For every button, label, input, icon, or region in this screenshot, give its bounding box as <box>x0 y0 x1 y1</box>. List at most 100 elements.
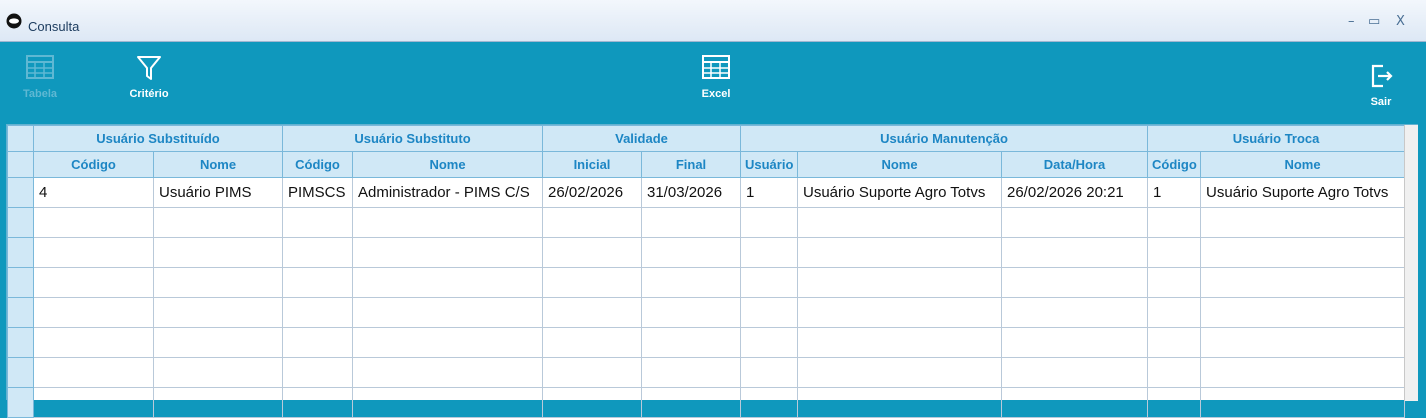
table-cell[interactable] <box>641 207 741 238</box>
sair-button[interactable]: Sair <box>1346 62 1416 108</box>
table-cell[interactable] <box>1000 267 1149 298</box>
table-cell[interactable] <box>1200 237 1406 268</box>
column-header[interactable]: Código <box>282 151 353 178</box>
table-cell[interactable] <box>33 237 154 268</box>
table-cell[interactable] <box>740 387 798 418</box>
table-cell[interactable] <box>1147 387 1202 418</box>
table-cell[interactable] <box>153 357 283 388</box>
table-cell[interactable] <box>1147 237 1202 268</box>
column-header[interactable]: Nome <box>1200 151 1406 178</box>
row-indicator[interactable] <box>7 177 34 208</box>
table-cell[interactable] <box>1000 357 1149 388</box>
table-cell[interactable] <box>797 207 1002 238</box>
table-cell[interactable] <box>1200 297 1406 328</box>
table-cell[interactable] <box>352 237 543 268</box>
table-cell[interactable] <box>740 327 798 358</box>
column-header[interactable]: Usuário <box>740 151 798 178</box>
table-cell[interactable] <box>1200 327 1406 358</box>
table-cell[interactable] <box>282 357 353 388</box>
column-header[interactable]: Data/Hora <box>1000 151 1149 178</box>
table-cell[interactable]: 4 <box>33 177 154 208</box>
table-cell[interactable] <box>740 237 798 268</box>
table-cell[interactable] <box>797 267 1002 298</box>
column-header[interactable]: Código <box>1147 151 1202 178</box>
table-cell[interactable]: 26/02/2026 20:21 <box>1000 177 1149 208</box>
column-header[interactable]: Final <box>641 151 741 178</box>
column-header[interactable]: Inicial <box>542 151 642 178</box>
table-cell[interactable]: Usuário PIMS <box>153 177 283 208</box>
table-cell[interactable] <box>282 297 353 328</box>
results-grid[interactable]: Usuário Substituído Usuário Substituto V… <box>6 124 1418 418</box>
table-cell[interactable] <box>542 237 642 268</box>
table-cell[interactable] <box>1200 267 1406 298</box>
table-cell[interactable] <box>33 357 154 388</box>
table-cell[interactable] <box>1000 297 1149 328</box>
row-indicator[interactable] <box>7 327 34 358</box>
table-cell[interactable] <box>641 357 741 388</box>
tabela-button[interactable]: Tabela <box>5 54 75 100</box>
table-cell[interactable] <box>542 207 642 238</box>
table-cell[interactable] <box>33 297 154 328</box>
table-cell[interactable] <box>1147 327 1202 358</box>
table-row[interactable] <box>7 297 1406 328</box>
table-cell[interactable] <box>153 297 283 328</box>
table-cell[interactable] <box>542 267 642 298</box>
column-header[interactable]: Nome <box>153 151 283 178</box>
table-cell[interactable] <box>1000 237 1149 268</box>
table-cell[interactable] <box>641 237 741 268</box>
table-cell[interactable] <box>797 327 1002 358</box>
table-cell[interactable]: Usuário Suporte Agro Totvs <box>1200 177 1406 208</box>
row-indicator[interactable] <box>7 267 34 298</box>
row-indicator[interactable] <box>7 207 34 238</box>
table-cell[interactable]: Administrador - PIMS C/S <box>352 177 543 208</box>
table-cell[interactable] <box>33 387 154 418</box>
table-cell[interactable] <box>797 387 1002 418</box>
table-cell[interactable] <box>797 297 1002 328</box>
table-cell[interactable]: 26/02/2026 <box>542 177 642 208</box>
table-cell[interactable] <box>352 327 543 358</box>
table-cell[interactable] <box>1147 297 1202 328</box>
table-row[interactable] <box>7 207 1406 238</box>
table-cell[interactable] <box>1147 207 1202 238</box>
table-cell[interactable] <box>153 237 283 268</box>
table-cell[interactable] <box>1200 207 1406 238</box>
table-cell[interactable] <box>797 357 1002 388</box>
table-cell[interactable] <box>542 357 642 388</box>
table-cell[interactable] <box>542 387 642 418</box>
table-cell[interactable] <box>1147 267 1202 298</box>
table-cell[interactable] <box>352 357 543 388</box>
row-indicator[interactable] <box>7 297 34 328</box>
table-cell[interactable] <box>282 237 353 268</box>
table-cell[interactable] <box>282 267 353 298</box>
table-cell[interactable] <box>1200 387 1406 418</box>
table-row[interactable] <box>7 267 1406 298</box>
table-cell[interactable] <box>542 297 642 328</box>
table-cell[interactable] <box>641 387 741 418</box>
table-cell[interactable] <box>740 357 798 388</box>
table-row[interactable]: 4 Usuário PIMS PIMSCS Administrador - PIMS … <box>7 177 1406 208</box>
excel-button[interactable]: Excel <box>681 54 751 100</box>
table-cell[interactable] <box>542 327 642 358</box>
column-header[interactable]: Nome <box>352 151 543 178</box>
table-cell[interactable] <box>1147 357 1202 388</box>
table-cell[interactable] <box>1000 387 1149 418</box>
table-cell[interactable] <box>740 297 798 328</box>
maximize-button[interactable]: ▭ <box>1368 14 1380 29</box>
table-cell[interactable] <box>33 267 154 298</box>
table-cell[interactable] <box>33 327 154 358</box>
table-cell[interactable] <box>1000 327 1149 358</box>
table-cell[interactable] <box>153 207 283 238</box>
table-cell[interactable]: 1 <box>740 177 798 208</box>
table-cell[interactable]: PIMSCS <box>282 177 353 208</box>
table-cell[interactable] <box>352 267 543 298</box>
table-cell[interactable] <box>641 297 741 328</box>
table-cell[interactable]: 1 <box>1147 177 1202 208</box>
table-cell[interactable] <box>153 387 283 418</box>
table-cell[interactable] <box>740 267 798 298</box>
table-cell[interactable] <box>641 327 741 358</box>
row-indicator[interactable] <box>7 237 34 268</box>
table-cell[interactable] <box>352 297 543 328</box>
table-cell[interactable] <box>352 207 543 238</box>
table-cell[interactable] <box>1000 207 1149 238</box>
column-header[interactable]: Nome <box>797 151 1002 178</box>
